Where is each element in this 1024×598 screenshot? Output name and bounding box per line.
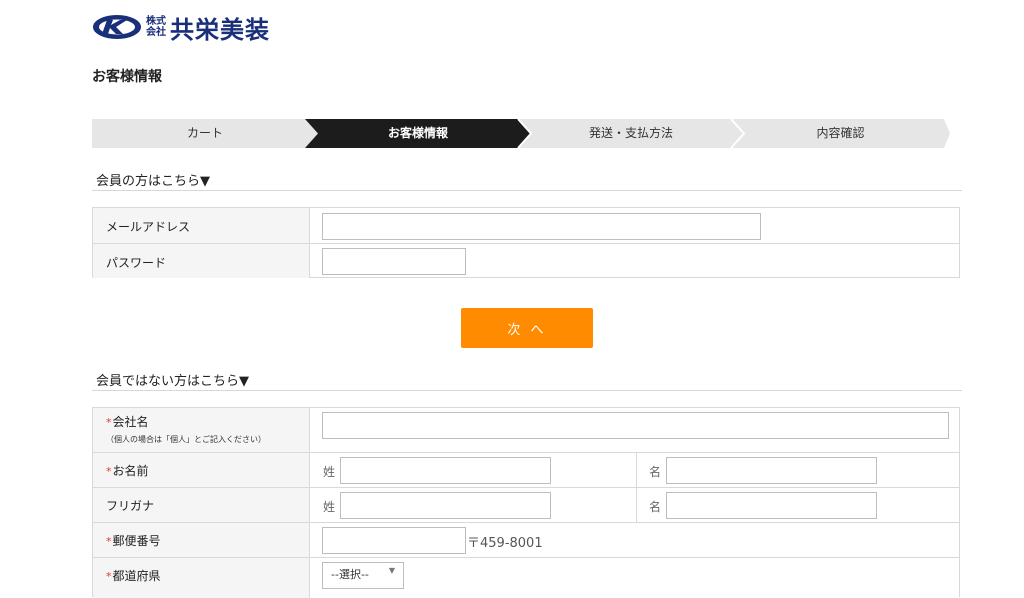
required-mark: * [106, 465, 112, 478]
first-name-input[interactable] [666, 457, 877, 484]
member-login-form: メールアドレス パスワード [92, 207, 960, 278]
company-note: （個人の場合は「個人」とご記入ください） [106, 435, 266, 444]
furigana-cell-divider [636, 488, 637, 522]
zip-input[interactable] [322, 527, 466, 554]
email-label: メールアドレス [106, 220, 191, 234]
required-mark: * [106, 535, 112, 548]
first-name-kana-input[interactable] [666, 492, 877, 519]
company-row: *会社名 （個人の場合は「個人」とご記入ください） [93, 408, 959, 452]
last-name-label: 姓 [323, 465, 336, 479]
email-row: メールアドレス [93, 208, 959, 243]
first-name-kana-label: 名 [649, 500, 662, 514]
zip-row: *郵便番号 〒459-8001 [93, 522, 959, 557]
prefecture-selected: --選択-- [331, 568, 369, 581]
furigana-label: フリガナ [106, 499, 155, 513]
page-title: お客様情報 [92, 69, 162, 85]
prefecture-label: 都道府県 [112, 569, 161, 583]
furigana-row: フリガナ 姓 名 [93, 487, 959, 522]
required-mark: * [106, 416, 112, 429]
next-button[interactable]: 次 へ [461, 308, 593, 348]
name-row-header: *お名前 [93, 453, 310, 487]
password-input[interactable] [322, 248, 466, 275]
company-row-header: *会社名 （個人の場合は「個人」とご記入ください） [93, 408, 310, 452]
prefecture-select[interactable]: --選択-- ▼ [322, 562, 404, 589]
prefecture-row-header: *都道府県 [93, 558, 310, 598]
step-customer-info: お客様情報 [387, 126, 448, 140]
password-row: パスワード [93, 243, 959, 278]
member-section-heading: 会員の方はこちら▼ [96, 174, 210, 189]
prefecture-label-wrap: *都道府県 [106, 567, 161, 584]
email-row-header: メールアドレス [93, 208, 310, 243]
email-input[interactable] [322, 213, 761, 240]
guest-section-heading: 会員ではない方はこちら▼ [96, 374, 249, 389]
name-row: *お名前 姓 名 [93, 452, 959, 487]
step-cart: カート [186, 126, 223, 140]
logo-mark-icon [93, 15, 141, 39]
guest-form: *会社名 （個人の場合は「個人」とご記入ください） *お名前 姓 名 フリガナ … [92, 407, 960, 598]
last-name-kana-input[interactable] [340, 492, 551, 519]
password-label: パスワード [106, 256, 167, 270]
logo-company-type: 株式 会社 [146, 16, 166, 38]
zip-label: 郵便番号 [112, 534, 161, 548]
checkout-steps: カート お客様情報 発送・支払方法 内容確認 [92, 119, 950, 148]
step-confirm: 内容確認 [816, 126, 865, 140]
company-label-wrap: *会社名 [106, 413, 149, 430]
logo-company-name: 共栄美装 [170, 15, 270, 44]
company-logo[interactable]: 株式 会社 共栄美装 [92, 10, 270, 44]
zip-label-wrap: *郵便番号 [106, 532, 161, 549]
name-cell-divider [636, 453, 637, 487]
logo-small-top: 株式 [146, 16, 166, 27]
name-label-wrap: *お名前 [106, 462, 149, 479]
guest-divider [92, 390, 962, 391]
first-name-label: 名 [649, 465, 662, 479]
logo-small-bottom: 会社 [146, 27, 166, 38]
name-label: お名前 [112, 464, 149, 478]
furigana-row-header: フリガナ [93, 488, 310, 522]
prefecture-row: *都道府県 --選択-- ▼ [93, 557, 959, 598]
step-shipping-payment: 発送・支払方法 [588, 126, 673, 140]
password-row-header: パスワード [93, 244, 310, 278]
member-divider [92, 190, 962, 191]
required-mark: * [106, 570, 112, 583]
zip-example: 〒459-8001 [467, 536, 543, 551]
last-name-input[interactable] [340, 457, 551, 484]
company-input[interactable] [322, 412, 949, 439]
company-label: 会社名 [112, 415, 149, 429]
dropdown-arrow-icon: ▼ [388, 566, 395, 575]
last-name-kana-label: 姓 [323, 500, 336, 514]
zip-row-header: *郵便番号 [93, 523, 310, 557]
